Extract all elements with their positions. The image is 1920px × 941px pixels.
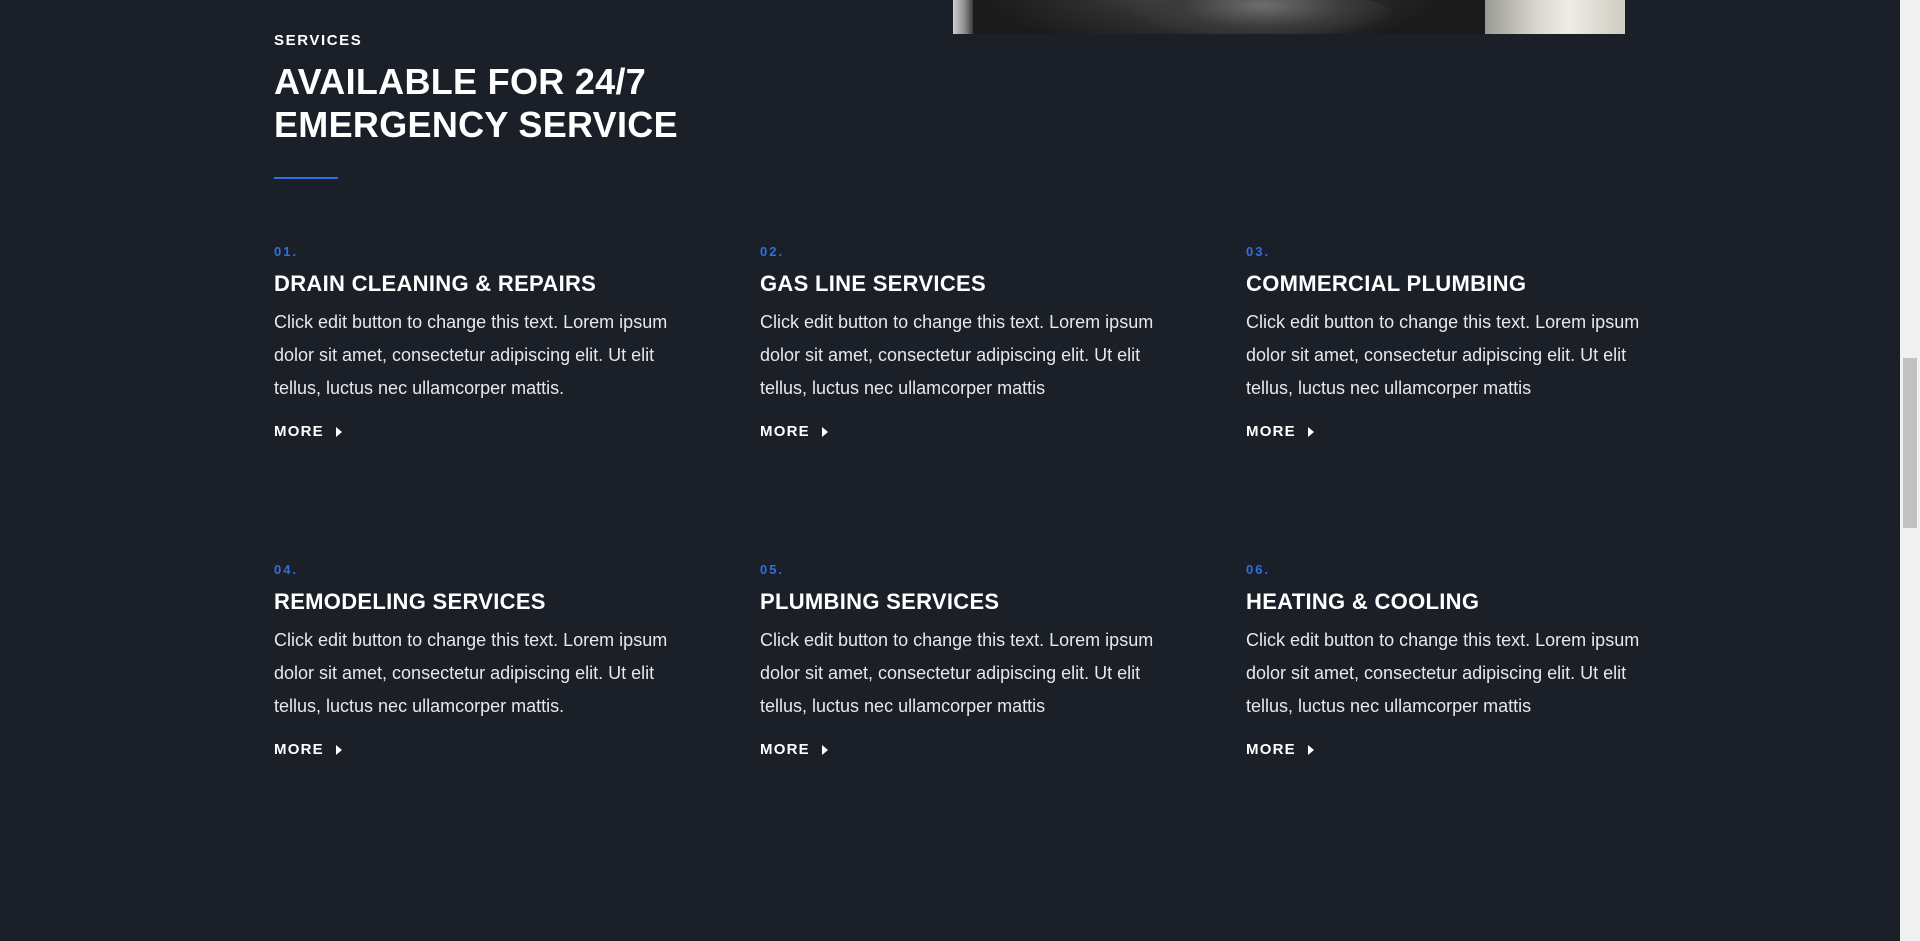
more-label: MORE	[1246, 741, 1296, 758]
service-card: 04. REMODELING SERVICES Click edit butto…	[274, 562, 694, 759]
caret-right-icon	[821, 745, 828, 755]
caret-right-icon	[1307, 427, 1314, 437]
section-label: SERVICES	[274, 32, 363, 49]
scrollbar-thumb[interactable]	[1903, 358, 1917, 528]
title-divider	[274, 177, 338, 179]
more-label: MORE	[274, 423, 324, 440]
service-title: DRAIN CLEANING & REPAIRS	[274, 271, 597, 296]
service-card: 01. DRAIN CLEANING & REPAIRS Click edit …	[274, 244, 694, 441]
more-label: MORE	[760, 741, 810, 758]
service-title: REMODELING SERVICES	[274, 589, 546, 614]
service-title: PLUMBING SERVICES	[760, 589, 1000, 614]
photo-swirl	[1133, 0, 1393, 34]
photo-highlight	[953, 0, 973, 34]
service-number: 05.	[760, 562, 785, 577]
hero-photo	[953, 0, 1625, 34]
service-description: Click edit button to change this text. L…	[274, 312, 668, 398]
service-description: Click edit button to change this text. L…	[274, 630, 668, 716]
service-title: GAS LINE SERVICES	[760, 271, 986, 296]
service-description: Click edit button to change this text. L…	[760, 630, 1154, 716]
more-label: MORE	[274, 741, 324, 758]
more-link[interactable]: MORE	[760, 423, 828, 441]
caret-right-icon	[1307, 745, 1314, 755]
service-number: 06.	[1246, 562, 1271, 577]
service-card: 03. COMMERCIAL PLUMBING Click edit butto…	[1246, 244, 1666, 441]
service-number: 01.	[274, 244, 299, 259]
caret-right-icon	[335, 745, 342, 755]
service-description: Click edit button to change this text. L…	[760, 312, 1154, 398]
page-scrollbar[interactable]	[1900, 0, 1920, 941]
more-link[interactable]: MORE	[1246, 741, 1314, 759]
more-link[interactable]: MORE	[274, 741, 342, 759]
service-card: 02. GAS LINE SERVICES Click edit button …	[760, 244, 1180, 441]
service-title: COMMERCIAL PLUMBING	[1246, 271, 1527, 296]
more-link[interactable]: MORE	[274, 423, 342, 441]
service-number: 02.	[760, 244, 785, 259]
more-link[interactable]: MORE	[1246, 423, 1314, 441]
service-card: 06. HEATING & COOLING Click edit button …	[1246, 562, 1666, 759]
photo-pipes	[1485, 0, 1625, 34]
more-link[interactable]: MORE	[760, 741, 828, 759]
service-card: 05. PLUMBING SERVICES Click edit button …	[760, 562, 1180, 759]
caret-right-icon	[821, 427, 828, 437]
service-description: Click edit button to change this text. L…	[1246, 630, 1640, 716]
service-title: HEATING & COOLING	[1246, 589, 1480, 614]
service-number: 03.	[1246, 244, 1271, 259]
more-label: MORE	[1246, 423, 1296, 440]
section-title: AVAILABLE FOR 24/7 EMERGENCY SERVICE	[274, 61, 678, 145]
service-number: 04.	[274, 562, 299, 577]
caret-right-icon	[335, 427, 342, 437]
service-description: Click edit button to change this text. L…	[1246, 312, 1640, 398]
more-label: MORE	[760, 423, 810, 440]
